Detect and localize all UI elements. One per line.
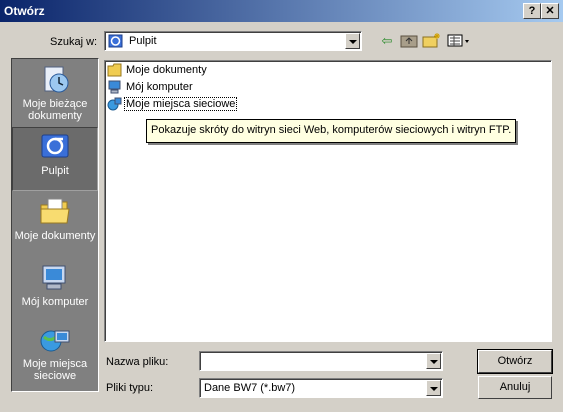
list-item[interactable]: Moje dokumenty xyxy=(107,63,208,79)
look-in-dropdown[interactable]: Pulpit xyxy=(104,31,362,51)
tooltip-text: Pokazuje skróty do witryn sieci Web, kom… xyxy=(151,124,512,136)
desktop-icon xyxy=(41,134,69,158)
up-folder-icon[interactable] xyxy=(399,32,419,50)
places-bar: Moje bieżące dokumenty Pulpit Moje dokum… xyxy=(11,58,99,392)
network-icon xyxy=(40,330,70,352)
folder-icon xyxy=(107,63,122,77)
folder-icon xyxy=(40,198,70,224)
chevron-down-icon[interactable] xyxy=(426,353,441,369)
file-list[interactable]: Moje dokumenty Mój komputer Moje miejsca… xyxy=(104,60,552,342)
network-icon xyxy=(107,97,122,111)
new-folder-icon[interactable] xyxy=(422,32,442,50)
file-name: Moje dokumenty xyxy=(126,64,207,76)
tooltip: Pokazuje skróty do witryn sieci Web, kom… xyxy=(146,119,516,143)
view-menu-icon[interactable] xyxy=(447,32,471,50)
recent-docs-icon xyxy=(44,66,69,93)
open-button[interactable]: Otwórz xyxy=(477,349,553,374)
chevron-down-icon[interactable] xyxy=(426,380,441,396)
place-label: Mój komputer xyxy=(21,296,89,308)
file-type-label: Pliki typu: xyxy=(106,382,154,394)
file-type-value: Dane BW7 (*.bw7) xyxy=(204,382,296,394)
file-name: Mój komputer xyxy=(126,81,193,93)
place-my-computer[interactable]: Mój komputer xyxy=(12,259,98,315)
place-label: Moje miejsca sieciowe xyxy=(22,358,88,382)
list-item[interactable]: Moje miejsca sieciowe xyxy=(107,97,238,113)
file-name: Moje miejsca sieciowe xyxy=(123,97,238,111)
look-in-value: Pulpit xyxy=(129,35,157,47)
desktop-icon xyxy=(108,34,123,48)
file-type-dropdown[interactable]: Dane BW7 (*.bw7) xyxy=(199,378,443,398)
computer-icon xyxy=(108,80,121,94)
look-in-label: Szukaj w: xyxy=(50,36,98,48)
place-label: Moje dokumenty xyxy=(14,230,96,242)
place-label: Moje bieżące dokumenty xyxy=(22,98,88,122)
close-button[interactable]: ✕ xyxy=(541,3,559,19)
place-recent[interactable]: Moje bieżące dokumenty xyxy=(12,61,98,127)
place-network[interactable]: Moje miejsca sieciowe xyxy=(12,321,98,387)
place-my-documents[interactable]: Moje dokumenty xyxy=(12,193,98,259)
window-title: Otwórz xyxy=(4,4,45,18)
chevron-down-icon[interactable] xyxy=(345,33,360,49)
file-name-input[interactable] xyxy=(199,351,443,371)
place-label: Pulpit xyxy=(41,165,69,177)
file-name-label: Nazwa pliku: xyxy=(106,356,169,368)
back-icon[interactable]: ⇦ xyxy=(377,32,397,50)
place-desktop[interactable]: Pulpit xyxy=(12,127,98,191)
cancel-button[interactable]: Anuluj xyxy=(478,376,552,399)
list-item[interactable]: Mój komputer xyxy=(107,80,194,96)
title-bar: Otwórz ? ✕ xyxy=(0,0,563,22)
computer-icon xyxy=(42,265,66,290)
help-button[interactable]: ? xyxy=(523,3,541,19)
